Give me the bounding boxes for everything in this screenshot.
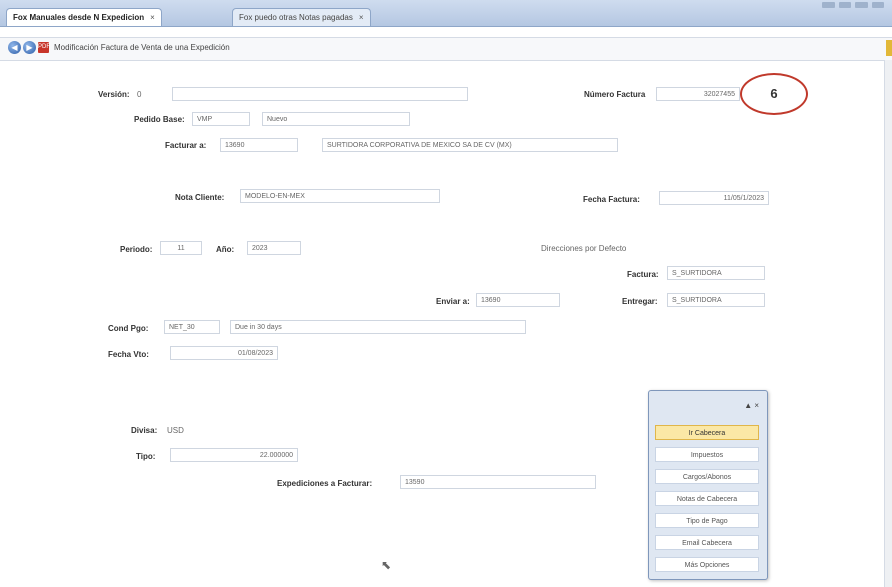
factura-field[interactable]: S_SURTIDORA [667,266,765,280]
version-value: 0 [137,90,142,99]
numero-factura-label: Número Factura [584,90,646,99]
fecha-factura-label: Fecha Factura: [583,195,640,204]
page-title: Modificación Factura de Venta de una Exp… [54,43,230,52]
fecha-vto-field[interactable]: 01/08/2023 [170,346,278,360]
menu-item-email-cabecera[interactable]: Email Cabecera [655,535,759,550]
forward-arrow-icon[interactable]: ▶ [23,41,36,54]
cond-pgo-code-field[interactable]: NET_30 [164,320,220,334]
menu-item-cargos-abonos[interactable]: Cargos/Abonos [655,469,759,484]
right-scroll-edge[interactable] [884,60,892,587]
tipo-label: Tipo: [136,452,156,461]
fecha-factura-field[interactable]: 11/05/1/2023 [659,191,769,205]
close-icon[interactable]: × [359,13,364,22]
facturar-a-label: Facturar a: [165,141,207,150]
cond-pgo-label: Cond Pgo: [108,324,149,333]
version-label: Versión: [98,90,130,99]
navbar-end-marker [886,40,892,56]
numero-factura-field[interactable]: 32027455 [656,87,740,101]
entregar-field[interactable]: S_SURTIDORA [667,293,765,307]
divisa-value: USD [167,426,184,435]
actions-popup-menu: ▲ × Ir Cabecera Impuestos Cargos/Abonos … [648,390,768,580]
pedido-base-name-field[interactable]: Nuevo [262,112,410,126]
menu-item-tipo-pago[interactable]: Tipo de Pago [655,513,759,528]
enviar-a-label: Enviar a: [436,297,470,306]
periodo-label: Periodo: [120,245,153,254]
fecha-vto-label: Fecha Vto: [108,350,149,359]
pdf-icon[interactable]: PDF [38,42,50,53]
back-arrow-icon[interactable]: ◀ [8,41,21,54]
tab-label: Fox Manuales desde N Expedicion [13,13,145,22]
menu-item-mas-opciones[interactable]: Más Opciones [655,557,759,572]
menu-item-notas-cabecera[interactable]: Notas de Cabecera [655,491,759,506]
tipo-field[interactable]: 22.000000 [170,448,298,462]
version-field[interactable] [172,87,468,101]
popup-controls[interactable]: ▲ × [744,401,759,410]
tab-strip: Fox Manuales desde N Expedicion × Fox pue… [0,0,892,27]
ano-label: Año: [216,245,235,254]
tab-label: Fox puedo otras Notas pagadas [239,13,353,22]
tab-paid-notes[interactable]: Fox puedo otras Notas pagadas × [232,8,371,26]
facturar-a-code-field[interactable]: 13690 [220,138,298,152]
expediciones-label: Expediciones a Facturar: [277,479,373,488]
pedido-base-code-field[interactable]: VMP [192,112,250,126]
expediciones-field[interactable]: 13590 [400,475,596,489]
direcciones-label: Direcciones por Defecto [541,244,627,253]
cond-pgo-name-field[interactable]: Due in 30 days [230,320,526,334]
tab-manual-invoices[interactable]: Fox Manuales desde N Expedicion × [6,8,162,26]
navigation-bar: ◀ ▶ PDF Modificación Factura de Venta de… [0,37,892,61]
nota-cliente-field[interactable]: MODELO-EN-MEX [240,189,440,203]
mouse-cursor-icon: ⬉ [381,558,392,572]
close-icon[interactable]: × [150,13,155,22]
window-controls[interactable] [822,2,884,10]
ano-field[interactable]: 2023 [247,241,301,255]
periodo-field[interactable]: 11 [160,241,202,255]
nota-cliente-label: Nota Cliente: [175,193,225,202]
menu-item-ir-cabecera[interactable]: Ir Cabecera [655,425,759,440]
enviar-a-field[interactable]: 13690 [476,293,560,307]
menu-item-impuestos[interactable]: Impuestos [655,447,759,462]
annotation-circle: 6 [740,73,808,115]
entregar-label: Entregar: [622,297,658,306]
facturar-a-name-field[interactable]: SURTIDORA CORPORATIVA DE MEXICO SA DE CV… [322,138,618,152]
pedido-base-label: Pedido Base: [134,115,185,124]
divisa-label: Divisa: [131,426,158,435]
factura-label: Factura: [627,270,659,279]
